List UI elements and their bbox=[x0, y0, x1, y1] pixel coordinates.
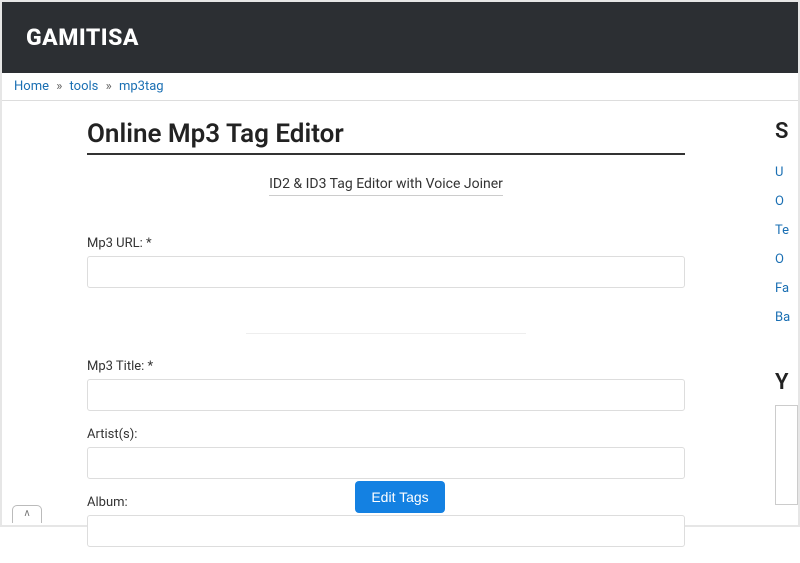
breadcrumb-sep: » bbox=[106, 79, 112, 94]
title-label: Mp3 Title: * bbox=[87, 359, 685, 374]
sidebar-heading-1: S bbox=[775, 119, 798, 144]
sidebar-link[interactable]: Fa bbox=[775, 274, 798, 303]
sidebar-link[interactable]: Ba bbox=[775, 303, 798, 332]
artist-group: Artist(s): bbox=[87, 427, 685, 479]
sidebar-link[interactable]: U bbox=[775, 158, 798, 187]
url-input[interactable] bbox=[87, 256, 685, 288]
page-title: Online Mp3 Tag Editor bbox=[87, 119, 685, 155]
sidebar-link[interactable]: O bbox=[775, 187, 798, 216]
sidebar-link[interactable]: O bbox=[775, 245, 798, 274]
sidebar-heading-2: Y bbox=[775, 370, 798, 395]
artist-input[interactable] bbox=[87, 447, 685, 479]
breadcrumb-home[interactable]: Home bbox=[14, 79, 49, 94]
page-subtitle: ID2 & ID3 Tag Editor with Voice Joiner bbox=[269, 176, 503, 196]
title-input[interactable] bbox=[87, 379, 685, 411]
breadcrumb-current[interactable]: mp3tag bbox=[119, 79, 164, 94]
url-label: Mp3 URL: * bbox=[87, 236, 685, 251]
header: GAMITISA bbox=[2, 2, 798, 73]
scroll-top-tab[interactable]: ∧ bbox=[12, 505, 42, 523]
divider bbox=[246, 333, 526, 334]
url-group: Mp3 URL: * bbox=[87, 236, 685, 288]
sidebar-link[interactable]: Te bbox=[775, 216, 798, 245]
album-input[interactable] bbox=[87, 515, 685, 547]
site-logo[interactable]: GAMITISA bbox=[26, 24, 774, 51]
breadcrumb: Home » tools » mp3tag bbox=[2, 73, 798, 101]
title-group: Mp3 Title: * bbox=[87, 359, 685, 411]
submit-row: Edit Tags bbox=[2, 481, 798, 513]
edit-tags-button[interactable]: Edit Tags bbox=[355, 481, 444, 513]
breadcrumb-sep: » bbox=[56, 79, 62, 94]
artist-label: Artist(s): bbox=[87, 427, 685, 442]
breadcrumb-tools[interactable]: tools bbox=[70, 79, 99, 94]
